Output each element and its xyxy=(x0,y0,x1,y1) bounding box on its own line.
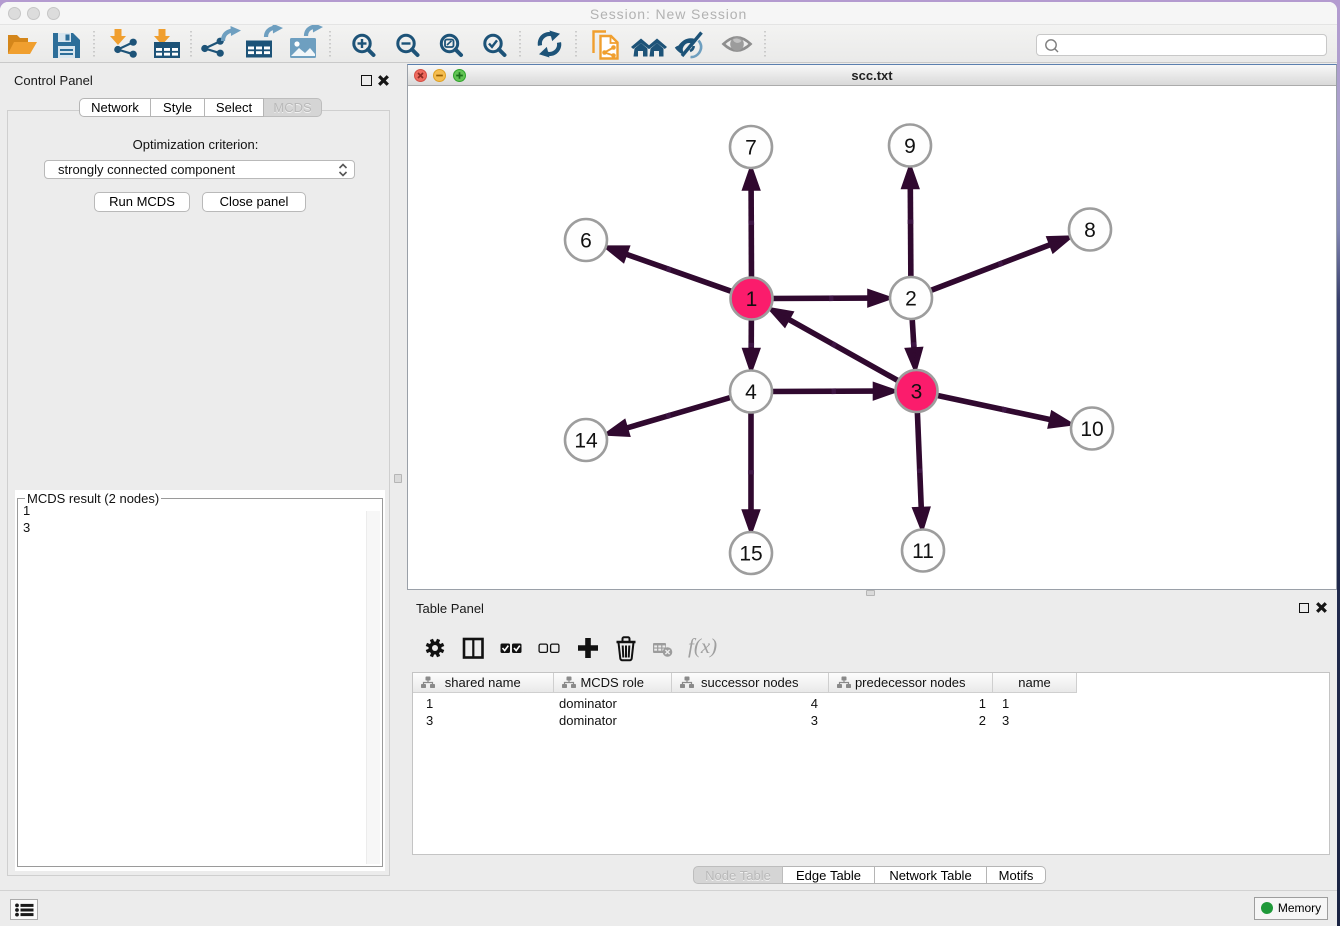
svg-text:2: 2 xyxy=(905,288,917,311)
svg-text:11: 11 xyxy=(912,540,934,563)
svg-text:10: 10 xyxy=(1080,418,1103,441)
svg-text:6: 6 xyxy=(580,230,592,253)
svg-text:8: 8 xyxy=(1084,219,1096,242)
svg-text:9: 9 xyxy=(904,135,916,158)
svg-text:14: 14 xyxy=(574,430,598,453)
svg-text:1: 1 xyxy=(746,288,758,311)
svg-text:4: 4 xyxy=(745,381,757,404)
svg-text:15: 15 xyxy=(739,543,762,566)
svg-text:3: 3 xyxy=(911,381,923,404)
svg-text:7: 7 xyxy=(745,137,757,160)
